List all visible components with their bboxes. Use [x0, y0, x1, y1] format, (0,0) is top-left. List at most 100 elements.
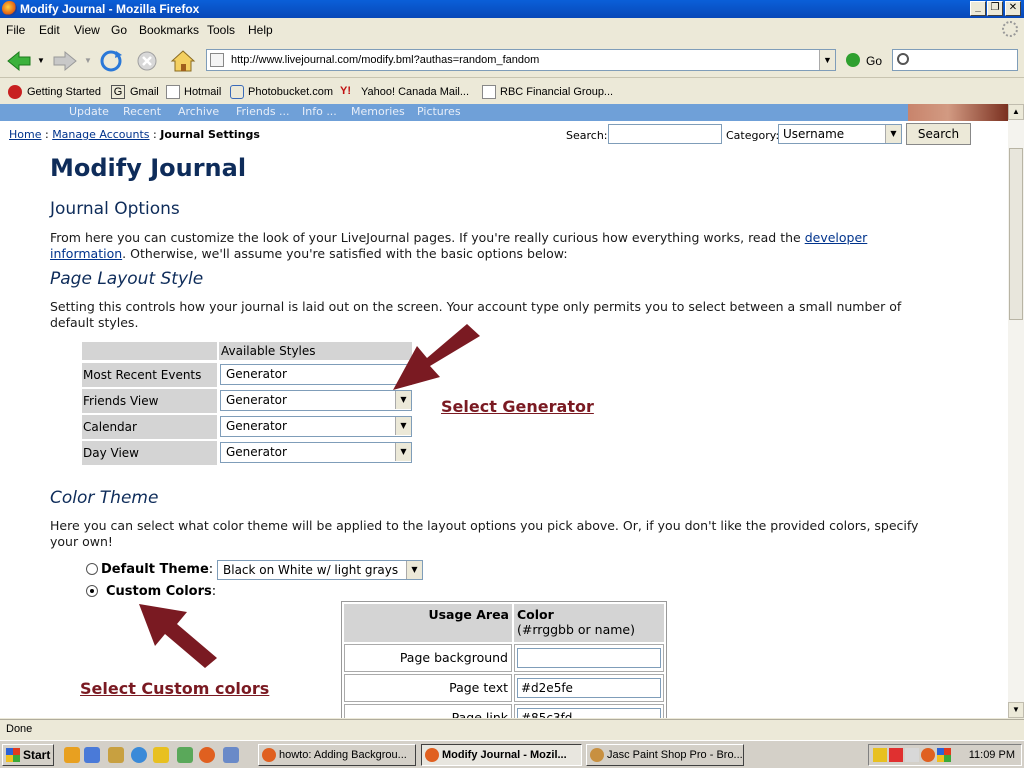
lj-nav-pictures[interactable]: Pictures	[417, 105, 461, 118]
bookmark-photobucket[interactable]: Photobucket.com	[248, 86, 333, 98]
quicklaunch-media-icon[interactable]	[131, 747, 147, 763]
menu-bookmarks[interactable]: Bookmarks	[139, 23, 199, 37]
custom-colors-text: Custom Colors	[106, 584, 212, 599]
browser-search-input[interactable]	[892, 49, 1018, 71]
bookmark-getting-started[interactable]: Getting Started	[27, 86, 101, 98]
lj-nav-recent[interactable]: Recent	[123, 105, 161, 118]
photobucket-icon	[230, 85, 244, 99]
default-theme-radio[interactable]	[86, 563, 98, 575]
page-background-color-input[interactable]	[517, 648, 661, 668]
close-button[interactable]: ✕	[1005, 1, 1021, 16]
quicklaunch-aim-icon[interactable]	[64, 747, 80, 763]
menu-view[interactable]: View	[74, 23, 100, 37]
styles-table-corner	[82, 342, 217, 360]
intro-text-start: From here you can customize the look of …	[50, 230, 805, 245]
reload-icon[interactable]	[98, 49, 124, 73]
search-icon	[897, 53, 909, 65]
go-button[interactable]: Go	[866, 54, 882, 68]
chevron-down-icon[interactable]: ▼	[885, 125, 901, 143]
lj-nav-info[interactable]: Info ...	[302, 105, 337, 118]
scrollbar-thumb[interactable]	[1009, 148, 1023, 320]
style-select-calendar[interactable]: Generator ▼	[220, 416, 412, 437]
status-text: Done	[6, 723, 33, 735]
lj-search-input[interactable]	[608, 124, 722, 144]
bookmark-hotmail[interactable]: Hotmail	[184, 86, 221, 98]
forward-arrow-icon[interactable]	[52, 49, 78, 73]
menu-edit[interactable]: Edit	[39, 23, 60, 37]
quicklaunch-paint-icon[interactable]	[108, 747, 124, 763]
yahoo-icon: Y!	[340, 85, 351, 97]
tray-aim-icon[interactable]	[921, 748, 935, 762]
lj-search-button[interactable]: Search	[906, 123, 971, 145]
task-paint-shop[interactable]: Jasc Paint Shop Pro - Bro...	[586, 744, 744, 766]
breadcrumb-manage-link[interactable]: Manage Accounts	[52, 128, 149, 141]
chevron-down-icon[interactable]: ▼	[406, 561, 422, 579]
custom-colors-radio[interactable]	[86, 585, 98, 597]
menu-file[interactable]: File	[6, 23, 25, 37]
bookmarks-toolbar: Getting Started G Gmail Hotmail Photobuc…	[0, 80, 1024, 104]
vertical-scrollbar[interactable]: ▲ ▼	[1008, 104, 1024, 718]
menu-go[interactable]: Go	[111, 23, 127, 37]
url-text: http://www.livejournal.com/modify.bml?au…	[231, 54, 540, 66]
chevron-down-icon[interactable]: ▼	[395, 417, 411, 435]
style-select-friends[interactable]: Generator ▼	[220, 390, 412, 411]
home-icon[interactable]	[170, 49, 196, 73]
page-layout-heading: Page Layout Style	[50, 269, 204, 289]
menu-help[interactable]: Help	[248, 23, 273, 37]
quicklaunch-firefox-icon[interactable]	[199, 747, 215, 763]
breadcrumb-separator: :	[41, 128, 53, 141]
getting-started-icon	[8, 85, 22, 99]
tray-msn-icon[interactable]	[873, 748, 887, 762]
style-value-recent: Generator	[226, 367, 287, 381]
page-text-color-input[interactable]: #d2e5fe	[517, 678, 661, 698]
task-howto-label: howto: Adding Backgrou...	[279, 749, 407, 761]
lj-nav-friends[interactable]: Friends ...	[236, 105, 290, 118]
tray-zonealarm-icon[interactable]	[889, 748, 903, 762]
minimize-button[interactable]: _	[970, 1, 986, 16]
breadcrumb-home-link[interactable]: Home	[9, 128, 41, 141]
menu-tools[interactable]: Tools	[207, 23, 235, 37]
stop-icon[interactable]	[134, 49, 160, 73]
lj-category-select[interactable]: Username ▼	[778, 124, 902, 144]
quicklaunch-desktop-icon[interactable]	[223, 747, 239, 763]
lj-nav-memories[interactable]: Memories	[351, 105, 405, 118]
quicklaunch-msn-icon[interactable]	[153, 747, 169, 763]
style-select-day[interactable]: Generator ▼	[220, 442, 412, 463]
scroll-up-icon[interactable]: ▲	[1008, 104, 1024, 120]
intro-text: From here you can customize the look of …	[50, 230, 930, 262]
start-button[interactable]: Start	[2, 744, 54, 766]
menu-bar: File Edit View Go Bookmarks Tools Help	[0, 20, 1024, 40]
task-modify-journal[interactable]: Modify Journal - Mozil...	[421, 744, 582, 766]
task-modify-journal-label: Modify Journal - Mozil...	[442, 749, 567, 761]
url-dropdown-icon[interactable]: ▼	[819, 50, 835, 70]
breadcrumb: Home : Manage Accounts : Journal Setting…	[9, 128, 260, 141]
page-link-color-input[interactable]: #85c3fd	[517, 708, 661, 718]
chevron-down-icon[interactable]: ▼	[395, 443, 411, 461]
style-input-recent[interactable]: Generator	[220, 364, 412, 385]
bookmark-yahoo-mail[interactable]: Yahoo! Canada Mail...	[361, 86, 469, 98]
forward-dropdown-icon[interactable]: ▼	[84, 56, 92, 65]
bookmark-gmail[interactable]: Gmail	[130, 86, 159, 98]
default-theme-select[interactable]: Black on White w/ light grays ▼	[217, 560, 423, 580]
go-icon[interactable]	[846, 53, 860, 67]
header-photo	[908, 104, 1008, 121]
color-row-label-background: Page background	[344, 644, 512, 672]
clock: 11:09 PM	[968, 749, 1015, 761]
lj-category-label: Category:	[726, 129, 780, 142]
restore-button[interactable]: ❐	[987, 1, 1003, 16]
back-arrow-icon[interactable]	[6, 49, 32, 73]
lj-nav-archive[interactable]: Archive	[178, 105, 219, 118]
quicklaunch-app-icon[interactable]	[84, 747, 100, 763]
firefox-icon	[262, 748, 276, 762]
back-dropdown-icon[interactable]: ▼	[37, 56, 45, 65]
quicklaunch-music-icon[interactable]	[177, 747, 193, 763]
scroll-down-icon[interactable]: ▼	[1008, 702, 1024, 718]
tray-windows-icon[interactable]	[937, 748, 951, 762]
url-bar[interactable]: http://www.livejournal.com/modify.bml?au…	[206, 49, 836, 71]
system-tray: 11:09 PM	[868, 744, 1022, 766]
tray-network-icon[interactable]	[905, 748, 919, 762]
bookmark-rbc[interactable]: RBC Financial Group...	[500, 86, 613, 98]
lj-nav-update[interactable]: Update	[69, 105, 109, 118]
default-theme-colon: :	[208, 562, 214, 577]
task-howto[interactable]: howto: Adding Backgrou...	[258, 744, 416, 766]
